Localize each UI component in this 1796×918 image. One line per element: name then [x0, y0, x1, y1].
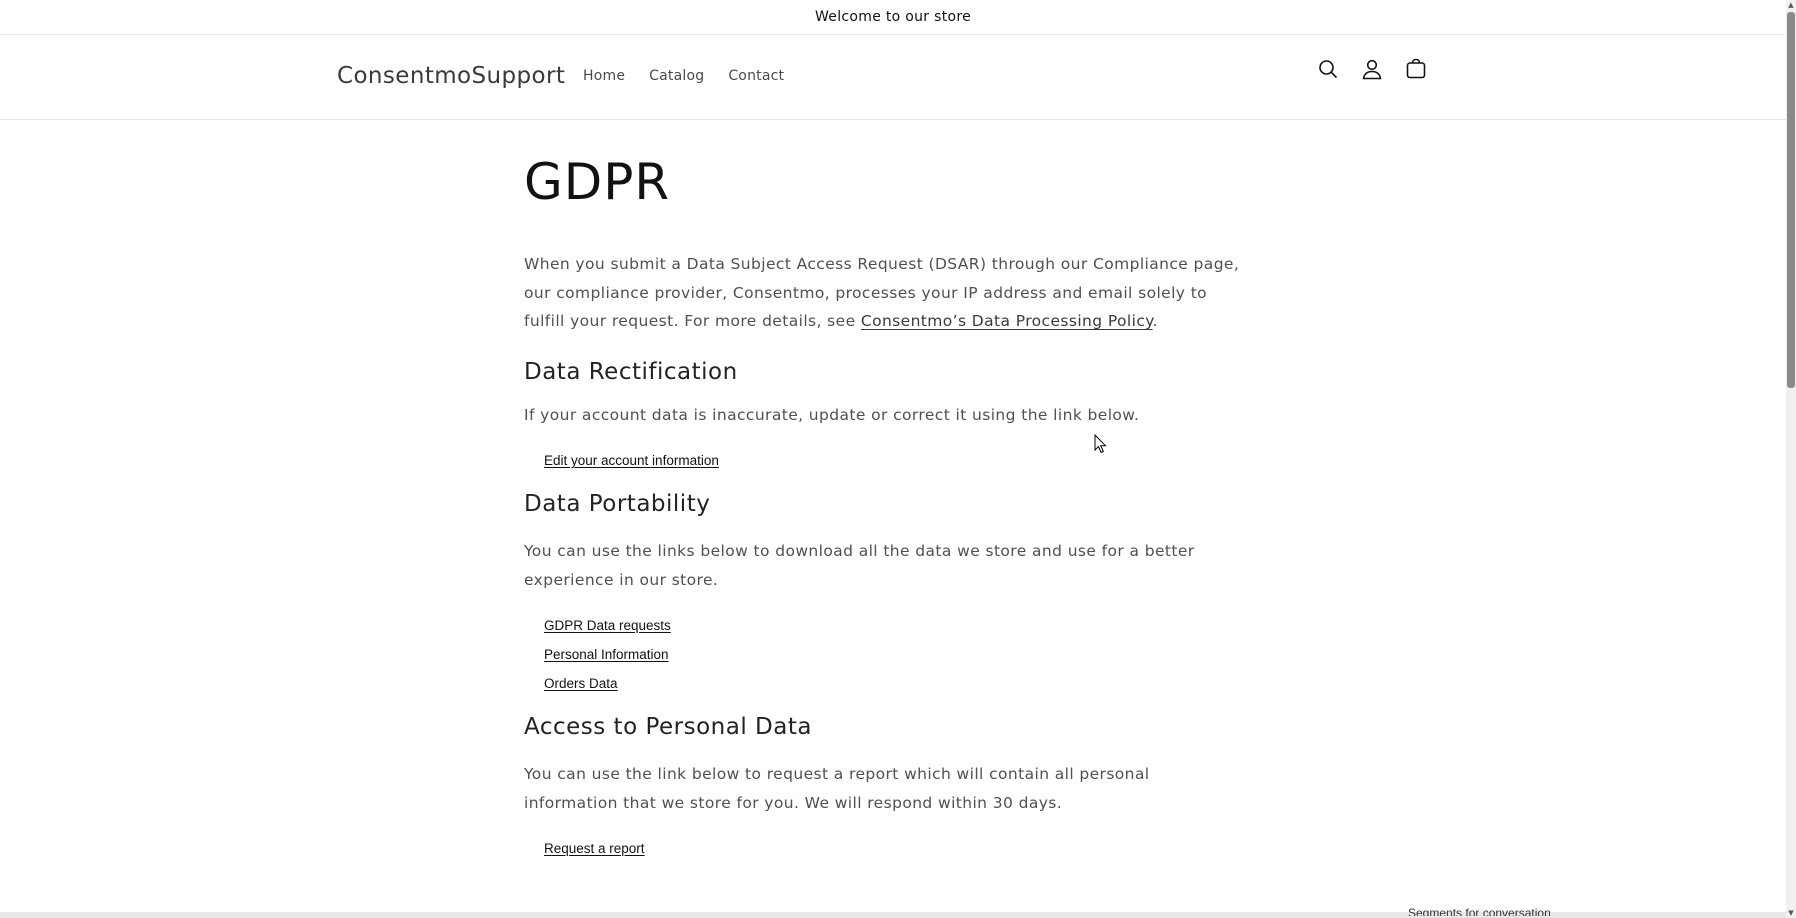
intro-end: . — [1152, 312, 1158, 330]
access-links: Request a report — [524, 833, 1244, 862]
rectification-text: If your account data is inaccurate, upda… — [524, 405, 1140, 424]
main-content: GDPR When you submit a Data Subject Acce… — [524, 150, 1244, 862]
portability-text: You can use the links below to download … — [524, 542, 1195, 589]
cart-icon[interactable] — [1404, 57, 1428, 81]
gdpr-data-requests-link[interactable]: GDPR Data requests — [544, 618, 671, 633]
list-item: Edit your account information — [544, 445, 1244, 474]
scrollbar-thumb[interactable] — [1787, 12, 1795, 388]
scroll-down-icon[interactable]: ▼ — [1787, 909, 1795, 917]
bottom-snippet: Segments for conversation — [1408, 906, 1551, 916]
portability-links: GDPR Data requests Personal Information … — [524, 610, 1244, 697]
mouse-cursor-icon — [1094, 433, 1108, 458]
site-header: ConsentmoSupport Home Catalog Contact — [0, 35, 1786, 120]
access-text: You can use the link below to request a … — [524, 765, 1150, 812]
nav-item-home[interactable]: Home — [583, 68, 625, 84]
page: Welcome to our store ConsentmoSupport Ho… — [0, 0, 1786, 918]
access-heading: Access to Personal Data — [524, 714, 812, 740]
nav-item-contact[interactable]: Contact — [728, 68, 784, 84]
personal-information-link[interactable]: Personal Information — [544, 647, 669, 662]
rectification-heading: Data Rectification — [524, 358, 738, 385]
page-title: GDPR — [524, 153, 671, 211]
nav-item-catalog[interactable]: Catalog — [649, 68, 704, 84]
main-nav: Home Catalog Contact — [583, 68, 808, 84]
list-item: Orders Data — [544, 668, 1244, 697]
list-item: Request a report — [544, 833, 1244, 862]
data-processing-policy-link[interactable]: Consentmo’s Data Processing Policy — [861, 312, 1153, 330]
announcement-text: Welcome to our store — [814, 9, 972, 25]
list-item: GDPR Data requests — [544, 610, 1244, 639]
orders-data-link[interactable]: Orders Data — [544, 676, 618, 691]
store-logo[interactable]: ConsentmoSupport — [337, 63, 565, 89]
portability-heading: Data Portability — [524, 491, 711, 517]
account-icon[interactable] — [1360, 57, 1384, 81]
list-item: Personal Information — [544, 639, 1244, 668]
request-report-link[interactable]: Request a report — [544, 841, 645, 856]
scroll-up-icon[interactable]: ▲ — [1787, 1, 1795, 9]
announcement-bar: Welcome to our store — [0, 0, 1786, 35]
intro-paragraph: When you submit a Data Subject Access Re… — [524, 250, 1244, 336]
header-icons — [1316, 57, 1428, 81]
rectification-links: Edit your account information — [524, 445, 1244, 474]
vertical-scrollbar[interactable]: ▲ ▼ — [1786, 0, 1796, 918]
search-icon[interactable] — [1316, 57, 1340, 81]
edit-account-link[interactable]: Edit your account information — [544, 453, 719, 468]
